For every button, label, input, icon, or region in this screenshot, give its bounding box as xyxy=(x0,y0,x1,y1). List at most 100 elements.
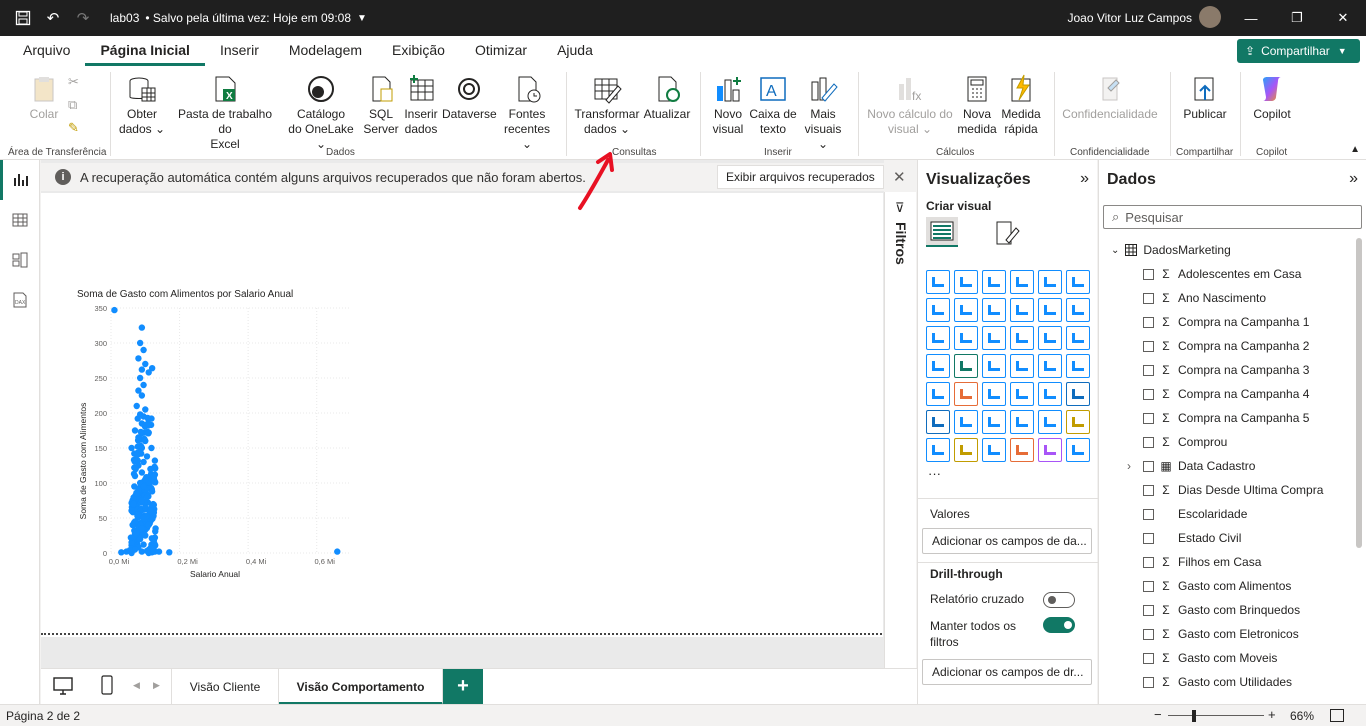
tab-visao-comportamento[interactable]: Visão Comportamento xyxy=(279,669,443,705)
excel-button[interactable]: X Pasta de trabalho do Excel xyxy=(170,74,280,152)
report-view-icon[interactable] xyxy=(0,160,39,200)
clustered-bar-icon[interactable] xyxy=(982,270,1006,294)
drill-drop-field[interactable]: Adicionar os campos de dr... xyxy=(922,659,1092,685)
line-column-icon[interactable] xyxy=(926,326,950,350)
pie-icon[interactable] xyxy=(1038,326,1062,350)
waterfall-icon[interactable] xyxy=(1038,298,1062,322)
valores-drop-field[interactable]: Adicionar os campos de da... xyxy=(922,528,1092,554)
zoom-slider-thumb[interactable] xyxy=(1192,710,1196,722)
gauge-icon[interactable] xyxy=(1038,354,1062,378)
area-icon[interactable] xyxy=(954,298,978,322)
desktop-layout-icon[interactable] xyxy=(53,677,73,698)
model-view-icon[interactable] xyxy=(0,240,39,280)
custom-b-icon[interactable] xyxy=(1066,438,1090,462)
field-row[interactable]: Σ Dias Desde Ultima Compra xyxy=(1131,478,1323,502)
prev-page-icon[interactable]: ◀ xyxy=(133,680,140,691)
100-bar-icon[interactable] xyxy=(1038,270,1062,294)
field-row[interactable]: Σ Gasto com Alimentos xyxy=(1131,574,1323,598)
shape-map-icon[interactable] xyxy=(1010,438,1034,462)
next-page-icon[interactable]: ▶ xyxy=(153,680,160,691)
field-checkbox[interactable] xyxy=(1143,508,1154,520)
donut-icon[interactable] xyxy=(1066,326,1090,350)
custom-a-icon[interactable] xyxy=(1038,438,1062,462)
copilot-button[interactable]: Copilot xyxy=(1248,74,1296,122)
field-row[interactable]: Σ Compra na Campanha 4 xyxy=(1131,382,1323,406)
menu-otimizar[interactable]: Otimizar xyxy=(460,36,542,66)
nova-medida-button[interactable]: Nova medida xyxy=(956,74,998,137)
map-icon[interactable] xyxy=(954,354,978,378)
search-input[interactable]: ⌕ Pesquisar xyxy=(1103,205,1362,229)
matrix-icon[interactable] xyxy=(1038,382,1062,406)
treemap-icon[interactable] xyxy=(926,354,950,378)
field-checkbox[interactable] xyxy=(1143,604,1154,616)
field-row[interactable]: Σ Gasto com Utilidades xyxy=(1131,670,1323,694)
field-checkbox[interactable] xyxy=(1143,292,1154,304)
copy-icon[interactable]: ⧉ xyxy=(68,97,77,113)
build-visual-tab-icon[interactable] xyxy=(926,217,958,247)
close-icon[interactable]: ✕ xyxy=(1320,0,1366,36)
caixa-texto-button[interactable]: A Caixa de texto xyxy=(748,74,798,137)
field-row[interactable]: Σ Adolescentes em Casa xyxy=(1131,262,1323,286)
qa-icon[interactable] xyxy=(1010,410,1034,434)
atualizar-button[interactable]: Atualizar xyxy=(642,74,692,122)
field-checkbox[interactable] xyxy=(1143,676,1154,688)
filters-pane[interactable]: ⊽ Filtros xyxy=(884,192,916,668)
key-influencers-icon[interactable] xyxy=(954,410,978,434)
transformar-dados-button[interactable]: Transformar dados ⌄ xyxy=(574,74,640,137)
collapse-ribbon-icon[interactable]: ▲ xyxy=(1350,144,1360,155)
stacked-bar-icon[interactable] xyxy=(926,270,950,294)
field-checkbox[interactable] xyxy=(1143,580,1154,592)
collapse-icon[interactable]: » xyxy=(1349,170,1358,188)
table-node[interactable]: ⌄ DadosMarketing xyxy=(1111,243,1231,257)
view-recovered-files-button[interactable]: Exibir arquivos recuperados xyxy=(717,165,884,189)
power-automate-icon[interactable] xyxy=(982,438,1006,462)
field-row[interactable]: Σ Compra na Campanha 2 xyxy=(1131,334,1323,358)
metrics-icon[interactable] xyxy=(1066,410,1090,434)
slicer-icon[interactable] xyxy=(982,382,1006,406)
medida-rapida-button[interactable]: Medida rápida xyxy=(1000,74,1042,137)
field-checkbox[interactable] xyxy=(1143,532,1154,544)
field-row[interactable]: Σ Gasto com Brinquedos xyxy=(1131,598,1323,622)
kpi-icon[interactable] xyxy=(954,382,978,406)
sql-server-button[interactable]: SQL Server xyxy=(362,74,400,137)
field-checkbox[interactable] xyxy=(1143,460,1154,472)
field-checkbox[interactable] xyxy=(1143,652,1154,664)
zoom-in-icon[interactable]: + xyxy=(1268,707,1276,722)
paste-button[interactable]: Colar xyxy=(28,74,60,122)
fontes-recentes-button[interactable]: Fontes recentes ⌄ xyxy=(498,74,556,152)
field-checkbox[interactable] xyxy=(1143,364,1154,376)
field-checkbox[interactable] xyxy=(1143,556,1154,568)
field-checkbox[interactable] xyxy=(1143,316,1154,328)
field-checkbox[interactable] xyxy=(1143,268,1154,280)
funnel-icon[interactable] xyxy=(982,326,1006,350)
saved-status[interactable]: • Salvo pela última vez: Hoje em 09:08 xyxy=(145,11,351,25)
zoom-slider[interactable] xyxy=(1168,715,1264,716)
clustered-column-icon[interactable] xyxy=(1010,270,1034,294)
100-column-icon[interactable] xyxy=(1066,270,1090,294)
stacked-column-icon[interactable] xyxy=(954,270,978,294)
chevron-right-icon[interactable]: › xyxy=(1127,459,1131,473)
field-checkbox[interactable] xyxy=(1143,436,1154,448)
inserir-dados-button[interactable]: Inserir dados xyxy=(402,74,440,137)
mobile-layout-icon[interactable] xyxy=(101,675,113,698)
field-row[interactable]: Σ Compra na Campanha 3 xyxy=(1131,358,1323,382)
field-row[interactable]: Σ Gasto com Moveis xyxy=(1131,646,1323,670)
menu-arquivo[interactable]: Arquivo xyxy=(8,36,85,66)
field-checkbox[interactable] xyxy=(1143,412,1154,424)
fit-to-page-icon[interactable] xyxy=(1330,709,1344,722)
maximize-icon[interactable]: ❐ xyxy=(1274,0,1320,36)
field-checkbox[interactable] xyxy=(1143,628,1154,640)
user-name[interactable]: Joao Vitor Luz Campos xyxy=(1067,11,1192,25)
mais-visuais-button[interactable]: Mais visuais ⌄ xyxy=(800,74,846,152)
onelake-button[interactable]: Catálogo do OneLake ⌄ xyxy=(282,74,360,152)
field-row[interactable]: Σ Gasto com Eletronicos xyxy=(1131,622,1323,646)
r-visual-icon[interactable] xyxy=(1066,382,1090,406)
field-row[interactable]: Σ Compra na Campanha 1 xyxy=(1131,310,1323,334)
format-painter-icon[interactable]: ✎ xyxy=(68,120,79,136)
avatar[interactable] xyxy=(1199,6,1221,28)
field-row[interactable]: Σ Filhos em Casa xyxy=(1131,550,1323,574)
chevron-down-icon[interactable]: ▼ xyxy=(357,13,367,24)
scrollbar[interactable] xyxy=(1356,238,1362,548)
zoom-out-icon[interactable]: − xyxy=(1154,707,1162,722)
scatter-chart[interactable]: Soma de Gasto com Alimentos por Salario … xyxy=(71,281,361,591)
